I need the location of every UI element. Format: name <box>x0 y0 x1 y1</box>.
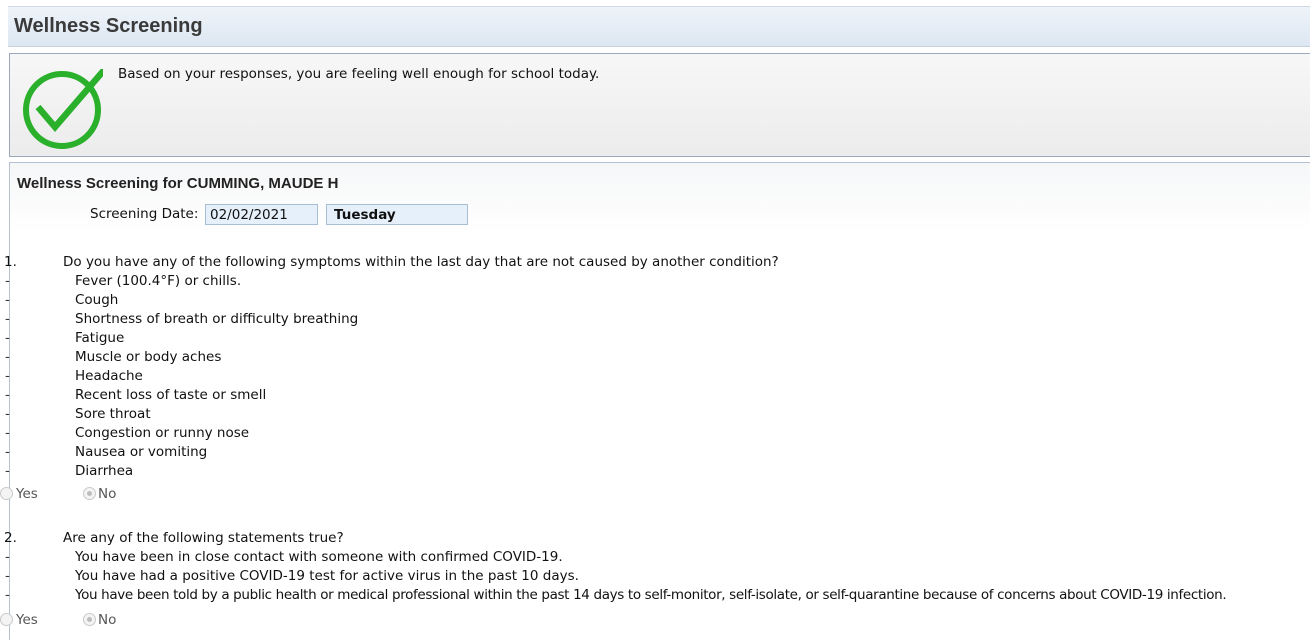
bullet-marker: - <box>5 330 10 346</box>
bullet-marker: - <box>5 568 10 584</box>
symptom-item: Cough <box>75 292 119 308</box>
radio-no-label: No <box>98 486 117 502</box>
page-title: Wellness Screening <box>14 15 203 37</box>
statement-item: You have been told by a public health or… <box>75 587 1227 603</box>
result-message: Based on your responses, you are feeling… <box>118 66 600 82</box>
symptom-item: Sore throat <box>75 406 151 422</box>
bullet-marker: - <box>5 349 10 365</box>
bullet-marker: - <box>5 549 10 565</box>
symptom-item: Fatigue <box>75 330 125 346</box>
radio-yes-label: Yes <box>16 486 38 502</box>
statement-item: You have been in close contact with some… <box>75 549 563 565</box>
bullet-marker: - <box>5 463 10 479</box>
radio-yes[interactable] <box>0 487 13 500</box>
question-text: Are any of the following statements true… <box>63 530 344 546</box>
wellness-screening-page: Wellness Screening Based on your respons… <box>0 0 1310 640</box>
statement-item: You have had a positive COVID-19 test fo… <box>75 568 579 584</box>
symptom-item: Muscle or body aches <box>75 349 222 365</box>
bullet-marker: - <box>5 587 10 603</box>
radio-yes-label: Yes <box>16 612 38 628</box>
symptom-item: Nausea or vomiting <box>75 444 208 460</box>
bullet-marker: - <box>5 406 10 422</box>
radio-no[interactable] <box>83 613 96 626</box>
symptom-item: Shortness of breath or difficulty breath… <box>75 311 359 327</box>
question-number: 2. <box>4 530 17 546</box>
screening-date-label: Screening Date: <box>90 206 199 222</box>
top-rule <box>0 0 1310 3</box>
bullet-marker: - <box>5 292 10 308</box>
bullet-marker: - <box>5 444 10 460</box>
bullet-marker: - <box>5 311 10 327</box>
radio-no-label: No <box>98 612 117 628</box>
symptom-item: Fever (100.4°F) or chills. <box>75 273 242 289</box>
screening-day-field: Tuesday <box>326 204 468 225</box>
symptom-item: Recent loss of taste or smell <box>75 387 267 403</box>
form-title: Wellness Screening for CUMMING, MAUDE H <box>17 175 339 192</box>
radio-yes[interactable] <box>0 613 13 626</box>
symptom-item: Diarrhea <box>75 463 134 479</box>
bullet-marker: - <box>5 273 10 289</box>
bullet-marker: - <box>5 425 10 441</box>
symptom-item: Headache <box>75 368 143 384</box>
screening-date-field: 02/02/2021 <box>205 204 318 225</box>
question-text: Do you have any of the following symptom… <box>63 254 779 270</box>
bullet-marker: - <box>5 368 10 384</box>
check-circle-icon <box>23 69 103 149</box>
result-panel: Based on your responses, you are feeling… <box>9 53 1310 157</box>
symptom-item: Congestion or runny nose <box>75 425 250 441</box>
bullet-marker: - <box>5 387 10 403</box>
header-bar: Wellness Screening <box>8 6 1310 47</box>
radio-no[interactable] <box>83 487 96 500</box>
question-number: 1. <box>4 254 17 270</box>
